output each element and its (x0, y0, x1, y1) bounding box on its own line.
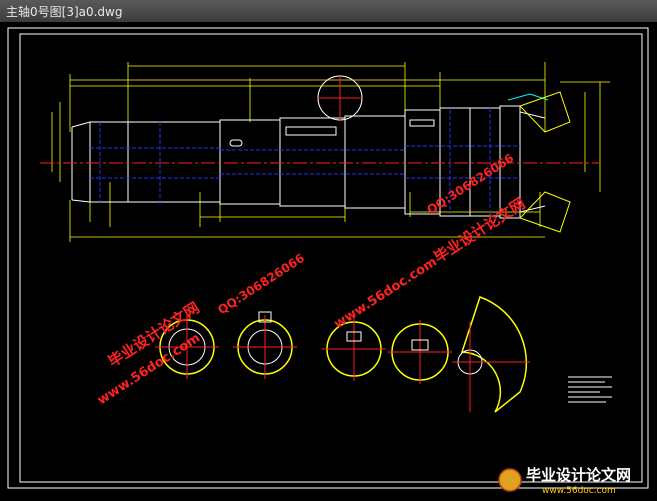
cad-viewer-window: 主轴0号图[3]a0.dwg 毕业设计论文网 www.56doc.com QQ:… (0, 0, 657, 497)
window-titlebar: 主轴0号图[3]a0.dwg (0, 0, 657, 23)
shaft-main-view (40, 62, 610, 242)
section-view-3 (322, 317, 386, 381)
inner-frame (19, 33, 643, 483)
drawing-svg: 毕业设计论文网 www.56doc.com QQ:306826066 www.5… (7, 27, 649, 489)
section-view-4 (388, 320, 452, 384)
footer-site: www.56doc.com (542, 486, 616, 496)
footer-logo: 毕业设计论文网 www.56doc.com (482, 462, 657, 497)
title-block (568, 376, 612, 403)
cyan-leader (507, 93, 549, 101)
watermark-site-2: www.56doc.com (332, 254, 440, 332)
drawing-canvas[interactable]: 毕业设计论文网 www.56doc.com QQ:306826066 www.5… (0, 22, 657, 497)
footer-globe-icon (498, 468, 522, 492)
bottom-dimensions (51, 102, 545, 242)
section-view-5 (452, 296, 530, 413)
window-title: 主轴0号图[3]a0.dwg (6, 5, 123, 19)
shaft-outline (71, 105, 546, 219)
section-view-2 (233, 311, 297, 379)
footer-brand: 毕业设计论文网 (526, 466, 631, 484)
outer-frame (7, 27, 649, 489)
watermark-qq-1: QQ:306826066 (215, 251, 307, 317)
